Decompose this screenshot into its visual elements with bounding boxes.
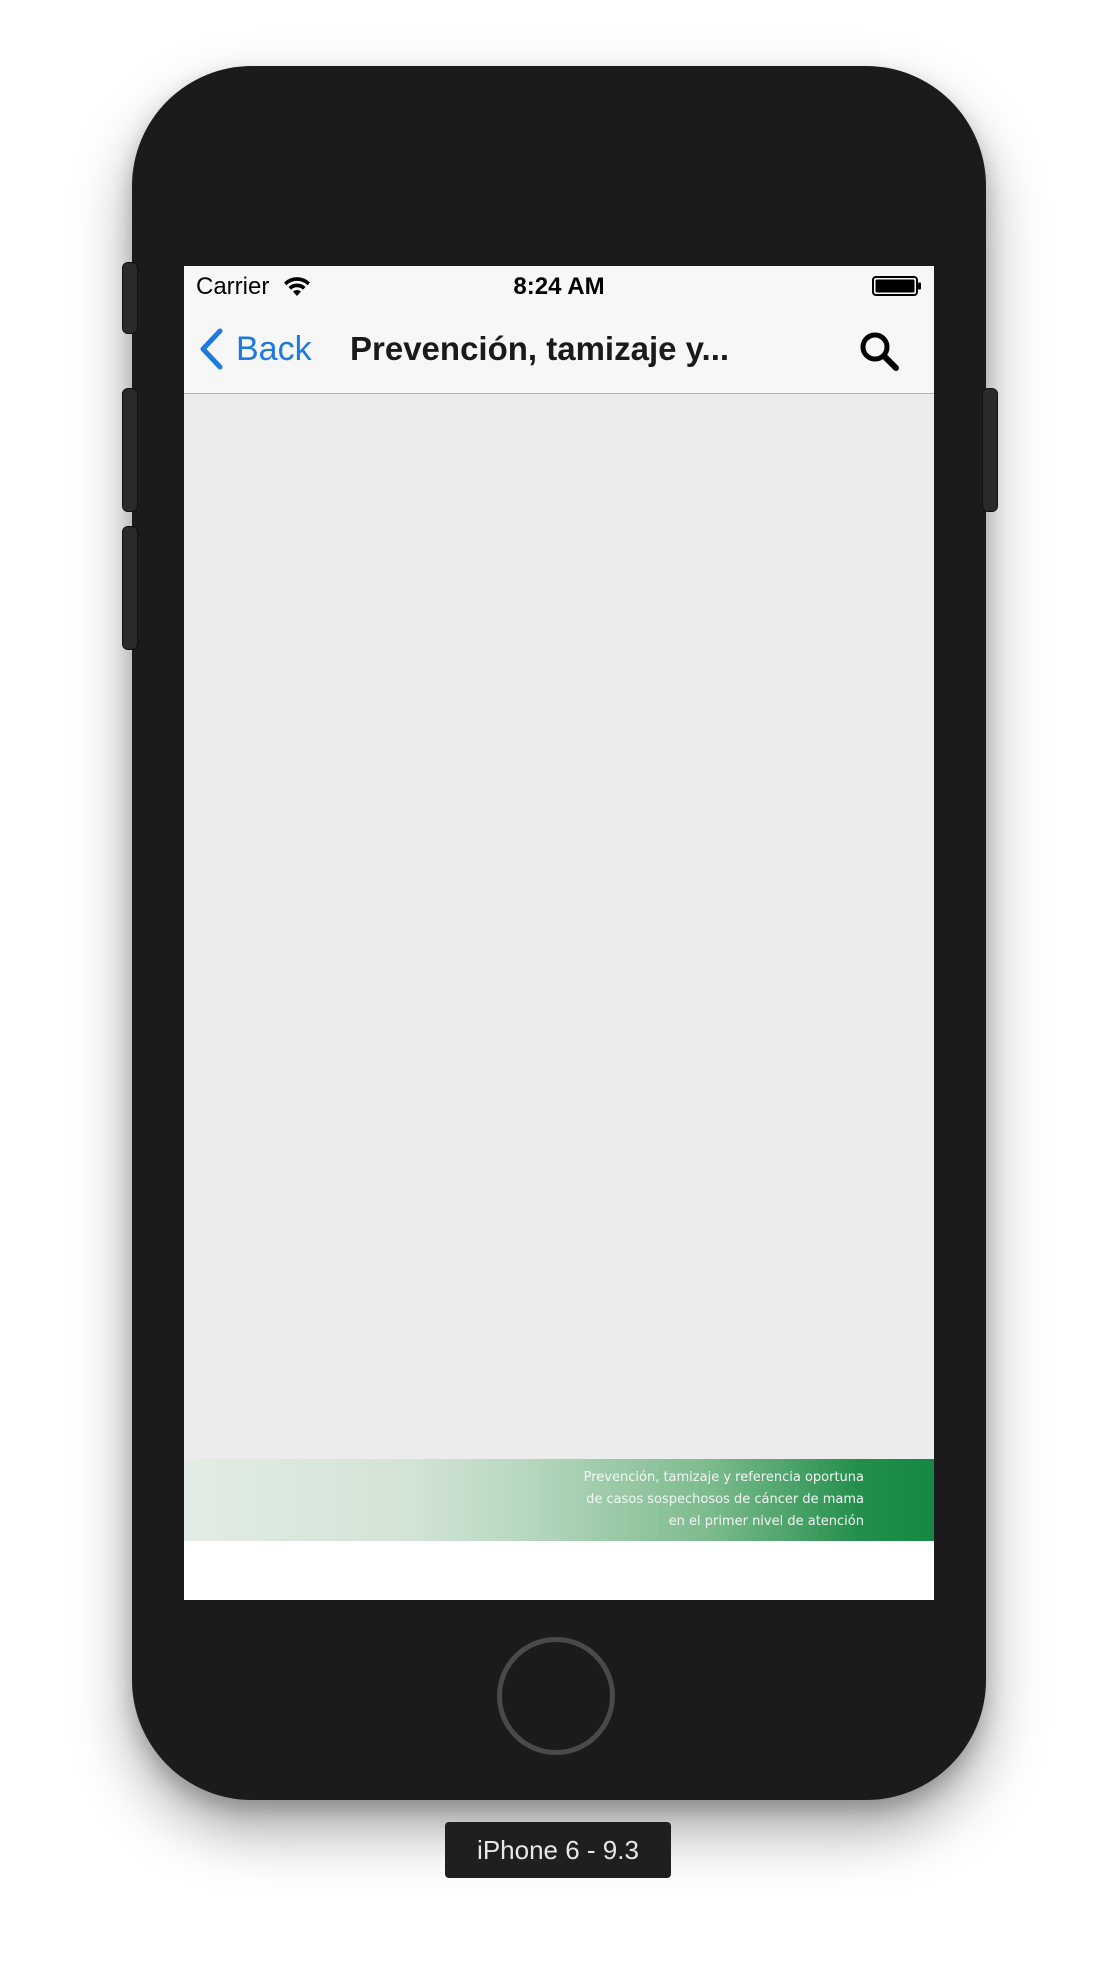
back-label: Back (236, 329, 312, 368)
footer-text: Prevención, tamizaje y referencia oportu… (584, 1467, 864, 1533)
navigation-bar: Back Prevención, tamizaje y... (184, 306, 934, 394)
chevron-left-icon (200, 328, 223, 370)
page-bottom-area (184, 1541, 934, 1600)
search-icon[interactable] (858, 330, 900, 372)
battery-full-icon (872, 276, 921, 296)
page-title: Prevención, tamizaje y... (350, 330, 730, 367)
footer-line: de casos sospechosos de cáncer de mama (586, 1492, 864, 1507)
volume-up-button (122, 388, 138, 512)
mute-switch (122, 262, 138, 334)
footer-line: Prevención, tamizaje y referencia oportu… (583, 1470, 864, 1485)
document-viewer[interactable] (184, 394, 934, 1460)
status-time: 8:24 AM (513, 273, 605, 300)
device-label: iPhone 6 - 9.3 (445, 1822, 671, 1878)
home-button[interactable] (497, 1637, 615, 1755)
volume-down-button (122, 526, 138, 650)
status-bar: Carrier 8:24 AM (184, 266, 934, 306)
document-footer-banner: Prevención, tamizaje y referencia oportu… (184, 1459, 934, 1541)
footer-line: en el primer nivel de atención (668, 1514, 864, 1529)
power-button (982, 388, 998, 512)
back-button[interactable]: Back (198, 324, 312, 374)
screen: Carrier 8:24 AM Back Prevención, tamizaj… (184, 266, 934, 1600)
